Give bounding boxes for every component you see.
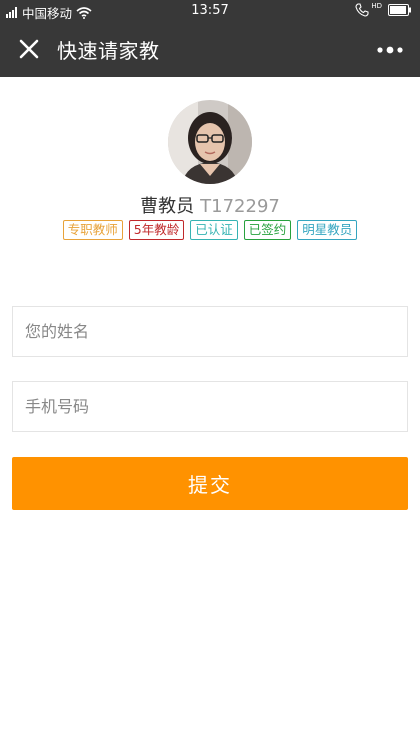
status-bar: 中国移动 13:57 HD — [0, 0, 420, 22]
page-title: 快速请家教 — [57, 39, 160, 63]
teacher-name: 曹教员 — [140, 196, 195, 217]
more-button[interactable] — [370, 36, 410, 64]
close-icon — [19, 39, 39, 59]
hd-label: HD — [371, 2, 382, 10]
call-icon — [355, 3, 369, 17]
status-right: HD — [355, 2, 412, 17]
avatar — [168, 100, 252, 184]
teacher-info: 曹教员 T172297 — [0, 192, 420, 218]
tag-star-teacher: 明星教员 — [297, 220, 358, 240]
teacher-tags: 专职教师 5年教龄 已认证 已签约 明星教员 — [0, 220, 420, 240]
avatar-image — [168, 100, 252, 184]
tag-verified: 已认证 — [190, 220, 238, 240]
tag-signed: 已签约 — [243, 220, 292, 240]
nav-bar: 快速请家教 — [0, 22, 420, 77]
name-input[interactable] — [12, 306, 408, 357]
close-button[interactable] — [12, 32, 46, 66]
tag-experience: 5年教龄 — [128, 220, 185, 240]
more-icon — [377, 46, 403, 54]
phone-input[interactable] — [12, 381, 408, 432]
submit-button[interactable]: 提交 — [12, 457, 408, 510]
tag-fulltime: 专职教师 — [62, 220, 123, 240]
teacher-id: T172297 — [200, 196, 280, 217]
battery-icon — [388, 4, 411, 16]
